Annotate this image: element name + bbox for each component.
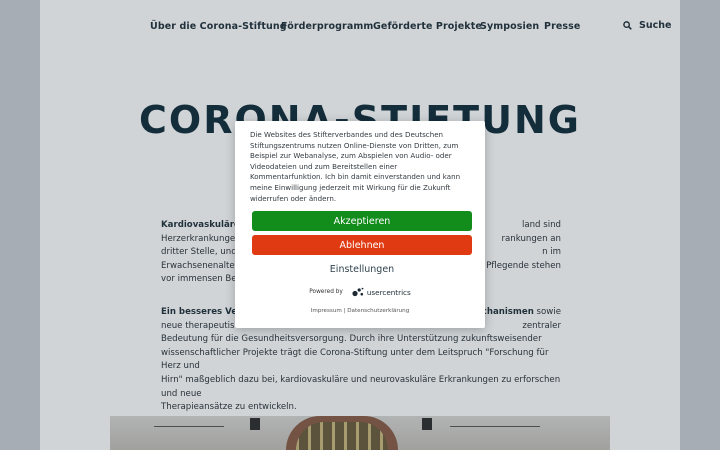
legal-links[interactable]: Impressum | Datenschutzerklärung: [235, 308, 485, 314]
settings-button[interactable]: Einstellungen: [252, 261, 472, 277]
usercentrics-brand-text: usercentrics: [366, 287, 411, 297]
powered-by-label: Powered by: [309, 289, 343, 295]
accept-button[interactable]: Akzeptieren: [252, 211, 472, 231]
deny-button[interactable]: Ablehnen: [252, 235, 472, 255]
cookie-consent-dialog: Die Websites des Stifterverbandes und de…: [235, 121, 485, 328]
powered-by: Powered by usercentrics: [235, 287, 485, 297]
consent-text: Die Websites des Stifterverbandes und de…: [250, 130, 461, 203]
usercentrics-logo[interactable]: usercentrics: [352, 287, 411, 297]
usercentrics-icon: [352, 287, 364, 297]
